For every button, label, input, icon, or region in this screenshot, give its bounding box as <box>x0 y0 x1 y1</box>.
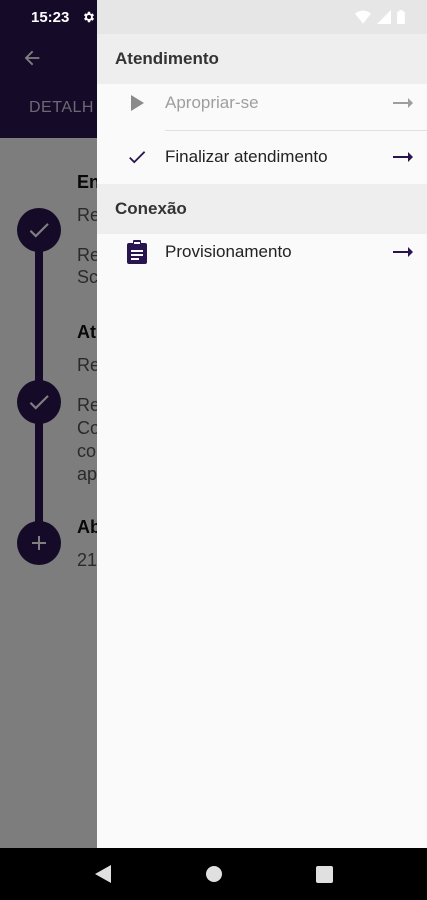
settings-gear-icon <box>83 11 95 23</box>
arrow-right-icon <box>391 145 415 169</box>
divider <box>165 130 427 131</box>
square-recents-icon <box>315 865 333 883</box>
navigation-drawer: Atendimento Apropriar-se Finalizar atend… <box>97 0 427 848</box>
arrow-right-icon <box>391 91 415 115</box>
drawer-status-area <box>97 0 427 34</box>
signal-icon <box>377 10 391 24</box>
section-title: Atendimento <box>115 49 219 68</box>
menu-item-label: Finalizar atendimento <box>165 147 328 166</box>
arrow-right-icon <box>391 240 415 264</box>
status-icons <box>355 10 405 24</box>
menu-item-apropriar-se[interactable]: Apropriar-se <box>97 78 427 128</box>
nav-recents-button[interactable] <box>312 862 336 886</box>
clipboard-icon <box>125 240 149 264</box>
system-navigation-bar <box>0 848 427 900</box>
circle-home-icon <box>206 866 222 882</box>
check-icon <box>125 145 149 169</box>
menu-item-label: Provisionamento <box>165 242 292 261</box>
section-header-atendimento: Atendimento <box>97 34 427 84</box>
status-time: 15:23 <box>31 9 70 26</box>
nav-home-button[interactable] <box>202 862 226 886</box>
battery-icon <box>397 10 405 24</box>
triangle-back-icon <box>95 865 111 883</box>
nav-back-button[interactable] <box>91 862 115 886</box>
menu-item-finalizar-atendimento[interactable]: Finalizar atendimento <box>97 132 427 182</box>
menu-item-label: Apropriar-se <box>165 93 259 112</box>
menu-item-provisionamento[interactable]: Provisionamento <box>97 227 427 277</box>
section-title: Conexão <box>115 199 187 218</box>
play-icon <box>125 91 149 115</box>
wifi-icon <box>355 10 371 24</box>
